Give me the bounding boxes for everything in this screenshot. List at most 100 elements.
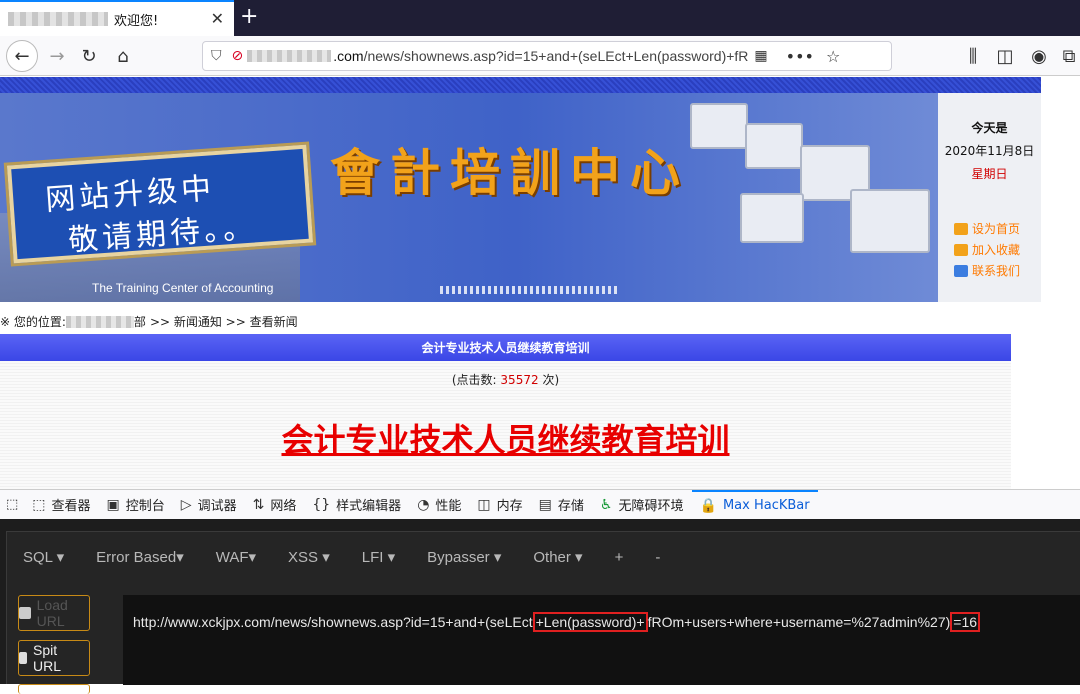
date-side-box: 今天是 2020年11月8日 星期日 设为首页 加入收藏 联系我们 bbox=[938, 93, 1041, 302]
menu-bypasser[interactable]: Bypasser ▾ bbox=[411, 548, 517, 566]
browser-tab[interactable]: 欢迎您! ✕ bbox=[0, 0, 234, 36]
breadcrumb-rest[interactable]: >> 新闻通知 >> 查看新闻 bbox=[150, 313, 298, 330]
split-url-label: Spit URL bbox=[33, 642, 62, 674]
weekday: 星期日 bbox=[971, 167, 1008, 181]
tab-title: 欢迎您! bbox=[114, 13, 159, 29]
new-tab-icon[interactable]: + bbox=[240, 4, 258, 29]
tab-label: 控制台 bbox=[125, 499, 165, 514]
contact-us-link[interactable]: 联系我们 bbox=[938, 260, 1041, 281]
insecure-lock-icon[interactable]: ⊘ bbox=[232, 48, 244, 64]
close-tab-icon[interactable]: ✕ bbox=[211, 9, 224, 28]
library-icon[interactable]: ⫼ bbox=[958, 41, 988, 71]
reload-icon[interactable]: ↻ bbox=[74, 41, 104, 71]
bookmark-star-icon[interactable]: ☆ bbox=[826, 47, 840, 66]
mail-icon bbox=[954, 264, 968, 277]
web-page: 會計培訓中心 网站升级中 敬请期待。。 The Training Center … bbox=[0, 77, 1080, 489]
highlighted-len-password: +Len(password)+ bbox=[532, 612, 648, 632]
tab-max-hackbar[interactable]: 🔒 Max HacKBar bbox=[691, 489, 818, 520]
house-icon bbox=[954, 222, 968, 235]
performance-icon: ◔ bbox=[417, 496, 430, 513]
menu-xss[interactable]: XSS ▾ bbox=[272, 548, 346, 566]
qr-code-icon[interactable]: ▦ bbox=[754, 48, 767, 64]
blurred-department bbox=[65, 315, 134, 328]
article-header-bar: 会计专业技术人员继续教育培训 bbox=[0, 334, 1011, 361]
navigation-bar: ← → ↻ ⌂ ⛉ ⊘ .com/news/shownews.asp?id=15… bbox=[0, 36, 1080, 76]
menu-remove[interactable]: - bbox=[639, 549, 676, 566]
blurred-site-name bbox=[8, 12, 108, 26]
forward-arrow-icon[interactable]: → bbox=[42, 41, 72, 71]
home-icon[interactable]: ⌂ bbox=[108, 41, 138, 71]
menu-lfi[interactable]: LFI ▾ bbox=[346, 548, 411, 566]
hackbar-url-field[interactable]: http://www.xckjpx.com/news/shownews.asp?… bbox=[123, 595, 1080, 685]
folder-icon bbox=[954, 243, 968, 256]
tab-console[interactable]: ▣ 控制台 bbox=[99, 490, 173, 520]
tab-label: 性能 bbox=[435, 499, 462, 514]
tab-label: 无障碍环境 bbox=[618, 499, 684, 514]
sidebar-icon[interactable]: ◫ bbox=[990, 41, 1020, 71]
hits-suffix: 次) bbox=[542, 373, 560, 387]
split-url-button[interactable]: Spit URL bbox=[18, 640, 90, 676]
element-picker-icon[interactable]: ⬚ bbox=[0, 490, 24, 520]
add-favorite-link[interactable]: 加入收藏 bbox=[938, 239, 1041, 260]
tab-label: 查看器 bbox=[51, 499, 91, 514]
site-banner: 會計培訓中心 网站升级中 敬请期待。。 The Training Center … bbox=[0, 93, 938, 302]
execute-button[interactable] bbox=[18, 684, 90, 694]
tab-label: 网络 bbox=[270, 499, 297, 514]
back-arrow-icon[interactable]: ← bbox=[6, 40, 38, 72]
menu-other[interactable]: Other ▾ bbox=[517, 548, 598, 566]
memory-icon: ◫ bbox=[477, 496, 491, 513]
menu-waf[interactable]: WAF▾ bbox=[200, 548, 272, 566]
console-icon: ▣ bbox=[106, 496, 120, 513]
url-domain-suffix: .com bbox=[333, 48, 364, 64]
url-path: /news/shownews.asp?id=15+and+(seLEct+Len… bbox=[363, 48, 749, 64]
network-icon: ⇅ bbox=[252, 496, 265, 513]
inspector-icon: ⬚ bbox=[32, 496, 46, 513]
tab-label: 调试器 bbox=[197, 499, 237, 514]
tab-accessibility[interactable]: ♿ 无障碍环境 bbox=[592, 490, 692, 520]
shield-icon[interactable]: ⛉ bbox=[211, 48, 222, 64]
more-actions-icon[interactable]: ••• bbox=[786, 47, 814, 66]
debugger-icon: ▷ bbox=[180, 496, 192, 513]
address-bar[interactable]: ⛉ ⊘ .com/news/shownews.asp?id=15+and+(se… bbox=[202, 41, 892, 71]
tab-label: 存储 bbox=[557, 499, 584, 514]
top-decorative-stripe bbox=[0, 77, 1041, 93]
article-title: 会计专业技术人员继续教育培训 bbox=[281, 421, 730, 459]
breadcrumb-prefix: ※ 您的位置: bbox=[0, 315, 66, 329]
tab-memory[interactable]: ◫ 内存 bbox=[469, 490, 530, 520]
lock-icon: 🔒 bbox=[699, 497, 717, 514]
tab-label: Max HacKBar bbox=[722, 498, 810, 513]
monitor-image bbox=[850, 189, 930, 253]
menu-error-based[interactable]: Error Based▾ bbox=[80, 548, 200, 566]
account-icon[interactable]: ◉ bbox=[1024, 41, 1054, 71]
article-body: (点击数: 35572 次) 会计专业技术人员继续教育培训 bbox=[0, 361, 1011, 489]
tab-label: 内存 bbox=[496, 499, 523, 514]
banner-title: 會計培訓中心 bbox=[330, 144, 690, 202]
tab-style-editor[interactable]: {} 样式编辑器 bbox=[304, 490, 409, 520]
monitor-image bbox=[690, 103, 748, 149]
tab-performance[interactable]: ◔ 性能 bbox=[409, 490, 469, 520]
load-url-button[interactable]: Load URL bbox=[18, 595, 90, 631]
add-favorite-label: 加入收藏 bbox=[972, 243, 1021, 257]
breadcrumb-dept-suffix[interactable]: 部 bbox=[134, 313, 146, 330]
tab-network[interactable]: ⇅ 网络 bbox=[245, 490, 305, 520]
load-url-label: Load URL bbox=[36, 597, 68, 629]
hit-counter: (点击数: 35572 次) bbox=[0, 371, 1011, 388]
tab-storage[interactable]: ▤ 存储 bbox=[531, 490, 592, 520]
tab-label: 样式编辑器 bbox=[336, 499, 402, 514]
menu-sql[interactable]: SQL ▾ bbox=[7, 548, 80, 566]
menu-add[interactable]: + bbox=[599, 549, 640, 566]
style-editor-icon: {} bbox=[312, 496, 331, 513]
tab-debugger[interactable]: ▷ 调试器 bbox=[173, 490, 245, 520]
set-homepage-link[interactable]: 设为首页 bbox=[938, 218, 1041, 239]
storage-icon: ▤ bbox=[538, 496, 552, 513]
url-part-1: http://www.xckjpx.com/news/shownews.asp?… bbox=[133, 614, 533, 630]
extension-icon[interactable]: ⧉ bbox=[1054, 41, 1080, 71]
split-icon bbox=[19, 652, 27, 664]
breadcrumb: ※ 您的位置: 部 >> 新闻通知 >> 查看新闻 bbox=[0, 313, 298, 330]
hits-value: 35572 bbox=[500, 373, 539, 387]
browser-tab-bar: 欢迎您! ✕ + bbox=[0, 0, 1080, 36]
contact-us-label: 联系我们 bbox=[972, 264, 1021, 278]
monitor-image bbox=[740, 193, 804, 243]
hackbar-inner: SQL ▾ Error Based▾ WAF▾ XSS ▾ LFI ▾ Bypa… bbox=[6, 531, 1080, 694]
tab-inspector[interactable]: ⬚ 查看器 bbox=[24, 490, 98, 520]
